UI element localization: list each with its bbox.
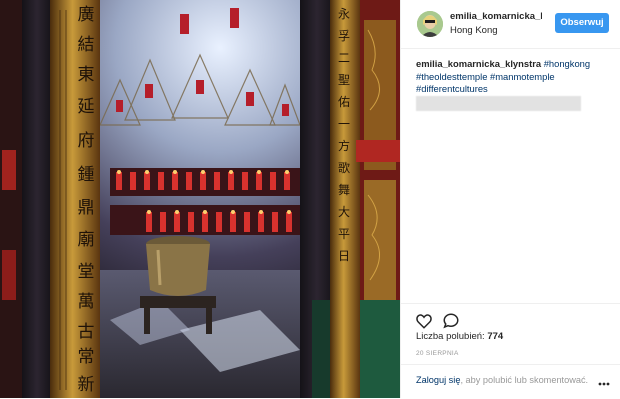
pillar-character: 鼎: [78, 198, 95, 218]
pillar-character: 堂: [78, 262, 95, 282]
pillar-character: 萬: [78, 292, 95, 312]
caption-author[interactable]: emilia_komarnicka_klynstra: [416, 58, 541, 69]
pillar-character: 延: [78, 97, 95, 117]
hashtag[interactable]: #hongkong: [544, 58, 590, 69]
pillar-character: 鍾: [78, 165, 95, 185]
pillar-character: 東: [78, 65, 95, 85]
location[interactable]: Hong Kong: [450, 25, 498, 36]
pillar-character: 常: [78, 347, 95, 367]
post-header: emilia_komarnicka_klynstra Hong Kong Obs…: [401, 0, 620, 49]
pillar-character: 新: [78, 375, 95, 395]
heart-icon[interactable]: [415, 312, 433, 330]
post-date: 20 sierpnia: [416, 350, 459, 357]
temple-photo: 廣 結 東 延 府 鍾 鼎 廟 堂 萬 古 常 新 永 孚 二 聖 佑 一 方 …: [0, 0, 400, 398]
pillar-character: 結: [78, 35, 95, 55]
hashtag[interactable]: #differentcultures: [416, 83, 488, 94]
likes-label: Liczba polubień:: [416, 331, 485, 342]
avatar[interactable]: [417, 11, 443, 37]
instagram-post: 廣 結 東 延 府 鍾 鼎 廟 堂 萬 古 常 新 永 孚 二 聖 佑 一 方 …: [0, 0, 620, 398]
username[interactable]: emilia_komarnicka_klynstra: [450, 11, 542, 22]
caption: emilia_komarnicka_klynstra #hongkong #th…: [416, 58, 606, 96]
pillar-character: 方: [338, 138, 350, 153]
post-photo[interactable]: 廣 結 東 延 府 鍾 鼎 廟 堂 萬 古 常 新 永 孚 二 聖 佑 一 方 …: [0, 0, 400, 398]
hashtag[interactable]: #theoldesttemple: [416, 71, 487, 82]
hashtag[interactable]: #manmotemple: [490, 71, 555, 82]
likes-count: Liczba polubień: 774: [416, 331, 503, 342]
action-bar: [401, 303, 620, 329]
login-link[interactable]: Zaloguj się: [416, 375, 460, 385]
pillar-character: 古: [78, 322, 95, 342]
pillar-character: 大: [338, 205, 350, 219]
login-prompt-rest: , aby polubić lub skomentować.: [460, 375, 589, 385]
follow-button[interactable]: Obserwuj: [555, 13, 609, 33]
pillar-character: 永: [338, 7, 350, 21]
pillar-character: 廣: [78, 5, 95, 25]
pillar-character: 孚: [338, 29, 350, 43]
speech-bubble-icon[interactable]: [442, 312, 460, 330]
pillar-character: 日: [338, 249, 350, 263]
post-sidebar: emilia_komarnicka_klynstra Hong Kong Obs…: [400, 0, 620, 398]
blurred-comment: [416, 96, 581, 111]
pillar-character: 一: [338, 117, 350, 131]
pillar-character: 聖: [338, 73, 350, 87]
ellipsis-icon[interactable]: [598, 376, 610, 386]
pillar-character: 平: [338, 227, 350, 241]
likes-number[interactable]: 774: [487, 331, 503, 342]
pillar-character: 二: [338, 51, 350, 65]
pillar-character: 廟: [78, 230, 95, 250]
comment-footer: Zaloguj się, aby polubić lub skomentować…: [401, 364, 620, 399]
pillar-character: 歌: [338, 160, 350, 175]
pillar-character: 舞: [338, 183, 350, 197]
pillar-character: 佑: [338, 95, 350, 109]
pillar-character: 府: [78, 131, 95, 151]
login-prompt: Zaloguj się, aby polubić lub skomentować…: [416, 375, 592, 385]
